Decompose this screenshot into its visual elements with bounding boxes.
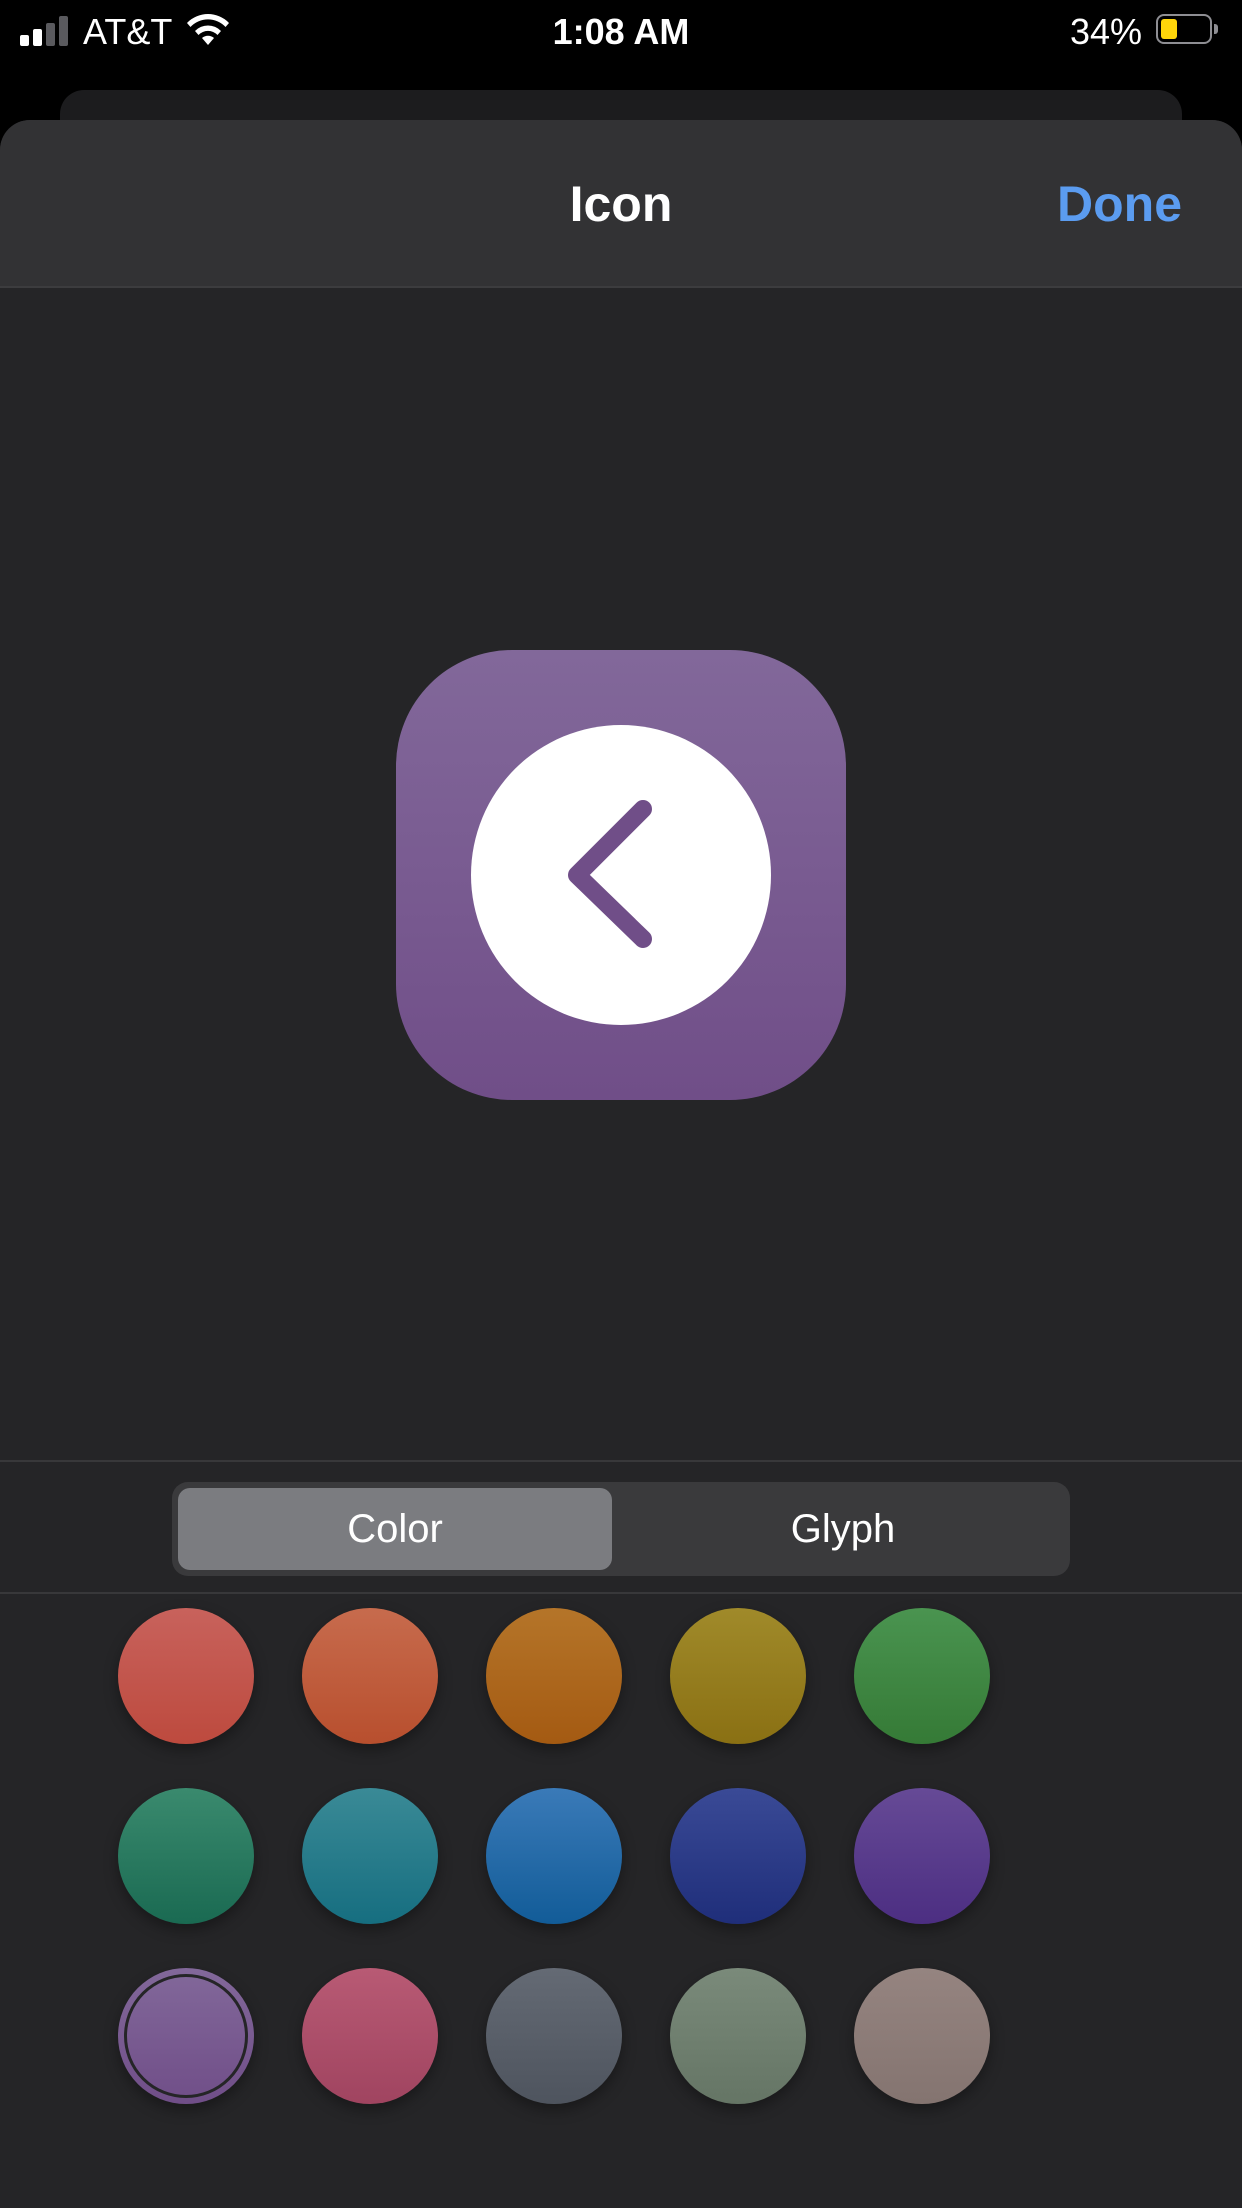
color-swatch-pink[interactable] [302,1968,438,2104]
color-swatch-lavender[interactable] [118,1968,254,2104]
color-swatch-yellow[interactable] [670,1608,806,1744]
battery-percentage: 34% [1069,11,1142,52]
chevron-left-circle-icon [471,725,771,1025]
icon-preview [396,650,846,1100]
status-time: 1:08 AM [552,11,690,52]
battery-level-fill [1161,19,1177,39]
icon-editor-sheet: Icon Done Color Glyph [0,120,1242,2208]
segment-glyph[interactable]: Glyph [622,1488,1064,1570]
page-title: Icon [569,176,673,232]
navigation-bar: Icon Done [0,120,1242,288]
color-swatch-sage[interactable] [670,1968,806,2104]
screen: AT&T 1:08 AM 34% Icon Done Color Glyph [0,0,1242,2208]
color-swatch-taupe[interactable] [854,1968,990,2104]
color-swatch-purple[interactable] [854,1788,990,1924]
color-glyph-segmented-control: Color Glyph [172,1482,1070,1576]
divider [0,1460,1242,1462]
color-swatch-indigo[interactable] [670,1788,806,1924]
color-swatch-teal[interactable] [302,1788,438,1924]
segment-color[interactable]: Color [178,1488,612,1570]
chevron-left-icon [568,800,652,948]
done-button[interactable]: Done [1057,174,1182,234]
color-swatch-teal-green[interactable] [118,1788,254,1924]
color-swatch-amber[interactable] [486,1608,622,1744]
color-swatch-grid [0,1594,1242,2208]
status-bar: AT&T 1:08 AM 34% [0,0,1242,64]
color-swatch-slate[interactable] [486,1968,622,2104]
color-swatch-orange[interactable] [302,1608,438,1744]
icon-preview-area [0,288,1242,1460]
color-swatch-red[interactable] [118,1608,254,1744]
color-swatch-blue[interactable] [486,1788,622,1924]
battery-icon [1156,14,1220,46]
color-swatch-green[interactable] [854,1608,990,1744]
